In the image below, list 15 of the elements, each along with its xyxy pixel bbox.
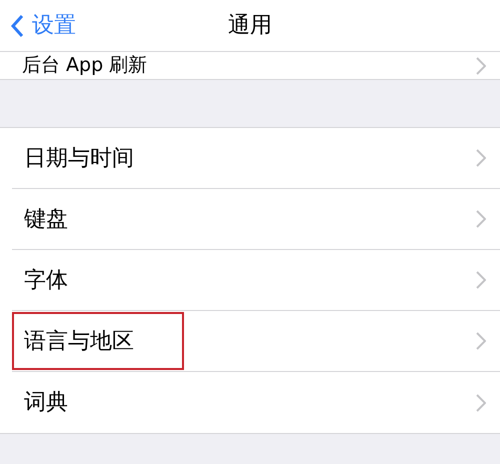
chevron-icon [476,394,486,412]
chevron-icon [476,271,486,289]
settings-row[interactable]: 语言与地区 [12,312,184,370]
chevron-icon [476,332,486,350]
settings-row[interactable]: 键盘 [12,190,80,248]
settings-row[interactable]: 后台 App 刷新 [0,52,500,80]
back-icon [10,14,24,38]
settings-row[interactable]: 日期与时间 [12,129,146,187]
back-button[interactable]: 设置 [0,9,76,42]
settings-row[interactable]: 字体 [12,251,80,309]
chevron-icon [476,149,486,167]
settings-row[interactable]: 词典 [12,374,80,432]
nav-title: 通用 [227,12,273,40]
chevron-icon [476,210,486,228]
chevron-icon [476,56,486,74]
